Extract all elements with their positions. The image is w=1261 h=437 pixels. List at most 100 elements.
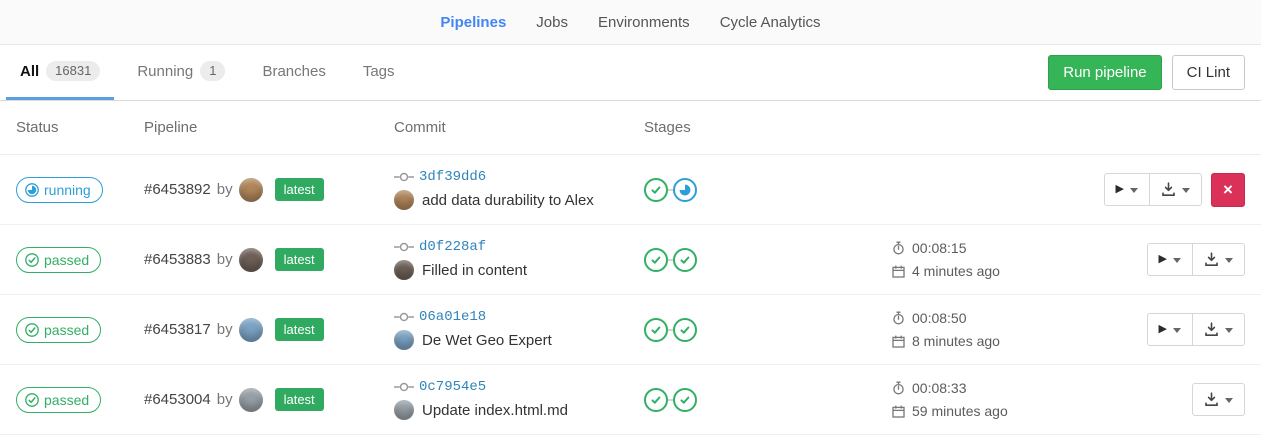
- close-icon: ×: [1223, 181, 1233, 198]
- stages-cell: [644, 318, 892, 342]
- stage-running-icon[interactable]: [673, 178, 697, 202]
- stage-passed-icon[interactable]: [644, 388, 668, 412]
- by-label: by: [217, 251, 233, 268]
- commit-icon: [394, 172, 414, 182]
- pipeline-id-link[interactable]: #6453892: [144, 181, 211, 198]
- actions-cell: ▶: [1147, 243, 1245, 276]
- artifacts-dropdown-button[interactable]: [1192, 383, 1245, 416]
- stage-passed-icon[interactable]: [644, 178, 668, 202]
- calendar-icon: [892, 405, 905, 418]
- commit-message-link[interactable]: add data durability to Alex: [422, 192, 594, 209]
- header-status: Status: [16, 119, 144, 136]
- nav-item-jobs[interactable]: Jobs: [536, 14, 568, 31]
- artifacts-dropdown-button[interactable]: [1149, 173, 1202, 206]
- pipeline-cell: #6453817 by latest: [144, 318, 394, 342]
- manual-actions-dropdown-button[interactable]: ▶: [1104, 173, 1150, 206]
- status-cell: passed: [16, 387, 144, 413]
- download-icon: [1204, 252, 1219, 267]
- author-avatar[interactable]: [394, 190, 414, 210]
- status-label: passed: [44, 322, 89, 338]
- header-commit: Commit: [394, 119, 644, 136]
- duration-icon: [892, 311, 905, 325]
- ci-lint-button[interactable]: CI Lint: [1172, 55, 1245, 90]
- author-avatar[interactable]: [394, 330, 414, 350]
- duration-icon: [892, 381, 905, 395]
- header-stages: Stages: [644, 119, 892, 136]
- download-icon: [1204, 322, 1219, 337]
- status-badge[interactable]: passed: [16, 247, 101, 273]
- commit-sha-link[interactable]: 0c7954e5: [419, 379, 486, 395]
- by-label: by: [217, 181, 233, 198]
- triggerer-avatar[interactable]: [239, 388, 263, 412]
- header-pipeline: Pipeline: [144, 119, 394, 136]
- latest-badge: latest: [275, 388, 324, 411]
- chevron-down-icon: [1182, 188, 1190, 197]
- tab-running[interactable]: Running 1: [123, 45, 239, 100]
- author-avatar[interactable]: [394, 260, 414, 280]
- commit-cell: 0c7954e5 Update index.html.md: [394, 379, 644, 420]
- tab-tags[interactable]: Tags: [349, 45, 409, 100]
- stage-passed-icon[interactable]: [673, 318, 697, 342]
- tab-all[interactable]: All 16831: [6, 45, 114, 100]
- stage-passed-icon[interactable]: [673, 248, 697, 272]
- stages-cell: [644, 178, 892, 202]
- play-icon: ▶: [1159, 254, 1167, 265]
- stage-passed-icon[interactable]: [673, 388, 697, 412]
- manual-actions-dropdown-button[interactable]: ▶: [1147, 313, 1193, 346]
- latest-badge: latest: [275, 178, 324, 201]
- nav-item-environments[interactable]: Environments: [598, 14, 690, 31]
- pipeline-row: running #6453892 by latest 3df39dd6 add …: [0, 155, 1261, 225]
- pipeline-cell: #6453004 by latest: [144, 388, 394, 412]
- commit-sha-link[interactable]: d0f228af: [419, 239, 486, 255]
- play-icon: ▶: [1116, 184, 1124, 195]
- chevron-down-icon: [1225, 328, 1233, 337]
- cancel-pipeline-button[interactable]: ×: [1211, 173, 1245, 207]
- tab-branches[interactable]: Branches: [248, 45, 339, 100]
- calendar-icon: [892, 335, 905, 348]
- commit-message-link[interactable]: Filled in content: [422, 262, 527, 279]
- time-cell: 00:08:50 8 minutes ago: [892, 310, 1147, 349]
- triggerer-avatar[interactable]: [239, 248, 263, 272]
- manual-actions-dropdown-button[interactable]: ▶: [1147, 243, 1193, 276]
- status-cell: passed: [16, 317, 144, 343]
- triggerer-avatar[interactable]: [239, 318, 263, 342]
- commit-message-link[interactable]: De Wet Geo Expert: [422, 332, 552, 349]
- status-passed-icon: [25, 393, 39, 407]
- actions-cell: ▶ ×: [1104, 173, 1245, 207]
- by-label: by: [217, 391, 233, 408]
- pipeline-id-link[interactable]: #6453883: [144, 251, 211, 268]
- by-label: by: [217, 321, 233, 338]
- actions-cell: [1192, 383, 1245, 416]
- time-cell: 00:08:15 4 minutes ago: [892, 240, 1147, 279]
- pipeline-row: passed #6453883 by latest d0f228af Fille…: [0, 225, 1261, 295]
- chevron-down-icon: [1225, 398, 1233, 407]
- tabbar-actions: Run pipeline CI Lint: [1048, 45, 1245, 100]
- triggerer-avatar[interactable]: [239, 178, 263, 202]
- status-badge[interactable]: passed: [16, 317, 101, 343]
- nav-item-cycle-analytics[interactable]: Cycle Analytics: [720, 14, 821, 31]
- status-cell: passed: [16, 247, 144, 273]
- status-badge[interactable]: passed: [16, 387, 101, 413]
- pipeline-id-link[interactable]: #6453004: [144, 391, 211, 408]
- status-label: passed: [44, 252, 89, 268]
- pipeline-cell: #6453892 by latest: [144, 178, 394, 202]
- commit-sha-link[interactable]: 06a01e18: [419, 309, 486, 325]
- nav-item-pipelines[interactable]: Pipelines: [440, 14, 506, 31]
- stages-cell: [644, 248, 892, 272]
- run-pipeline-button[interactable]: Run pipeline: [1048, 55, 1161, 90]
- stage-passed-icon[interactable]: [644, 248, 668, 272]
- artifacts-dropdown-button[interactable]: [1192, 243, 1245, 276]
- pipeline-id-link[interactable]: #6453817: [144, 321, 211, 338]
- pipeline-cell: #6453883 by latest: [144, 248, 394, 272]
- artifacts-dropdown-button[interactable]: [1192, 313, 1245, 346]
- status-badge[interactable]: running: [16, 177, 103, 203]
- duration-text: 00:08:15: [912, 240, 967, 256]
- tab-tags-label: Tags: [363, 63, 395, 80]
- commit-sha-link[interactable]: 3df39dd6: [419, 169, 486, 185]
- time-cell: 00:08:33 59 minutes ago: [892, 380, 1192, 419]
- pipeline-row: passed #6453004 by latest 0c7954e5 Updat…: [0, 365, 1261, 435]
- stage-passed-icon[interactable]: [644, 318, 668, 342]
- author-avatar[interactable]: [394, 400, 414, 420]
- tab-running-label: Running: [137, 63, 193, 80]
- commit-message-link[interactable]: Update index.html.md: [422, 402, 568, 419]
